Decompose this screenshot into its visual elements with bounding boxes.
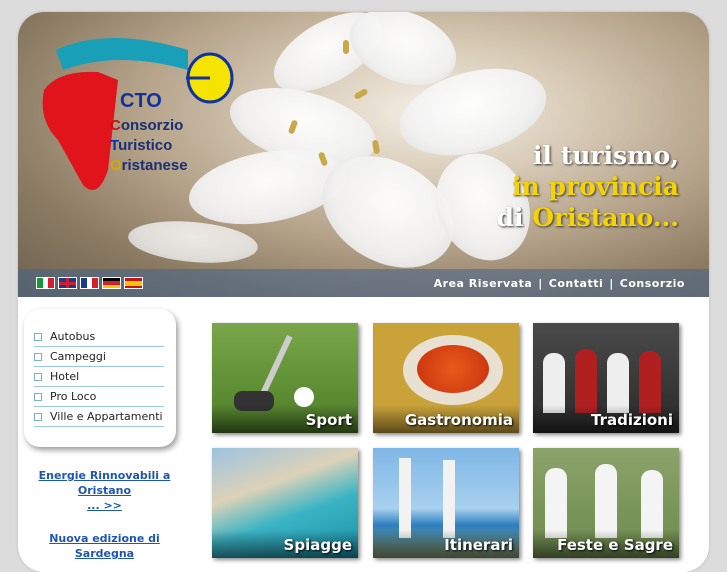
- bullet-icon: [34, 412, 42, 421]
- sidebar-menu: Autobus Campeggi Hotel Pro Loco Ville e …: [24, 309, 176, 447]
- tagline: il turismo, in provincia di Oristano...: [496, 141, 679, 232]
- menu-item-hotel[interactable]: Hotel: [34, 367, 164, 387]
- spanish-flag-icon[interactable]: [124, 277, 143, 289]
- tile-feste-sagre[interactable]: Feste e Sagre: [533, 448, 679, 558]
- header-banner: CTO Consorzio Turistico Oristanese il tu…: [18, 12, 709, 297]
- tile-gastronomia[interactable]: Gastronomia: [373, 323, 519, 433]
- tile-spiagge[interactable]: Spiagge: [212, 448, 358, 558]
- news-box: Energie Rinnovabili a Oristano ... >> Nu…: [32, 468, 177, 561]
- tile-label: Itinerari: [444, 536, 513, 554]
- tile-label: Sport: [305, 411, 352, 429]
- uk-flag-icon[interactable]: [58, 277, 77, 289]
- bullet-icon: [34, 392, 42, 401]
- page-frame: CTO Consorzio Turistico Oristanese il tu…: [18, 12, 709, 572]
- menu-item-ville-appartamenti[interactable]: Ville e Appartamenti: [34, 407, 164, 427]
- consorzio-link[interactable]: Consorzio: [620, 277, 685, 290]
- area-riservata-link[interactable]: Area Riservata: [434, 277, 533, 290]
- contatti-link[interactable]: Contatti: [549, 277, 603, 290]
- tile-label: Feste e Sagre: [557, 536, 673, 554]
- top-links: Area Riservata | Contatti | Consorzio: [434, 277, 685, 290]
- language-flags: [36, 277, 143, 289]
- tile-label: Spiagge: [283, 536, 352, 554]
- separator: |: [538, 277, 543, 290]
- separator: |: [609, 277, 614, 290]
- menu-item-autobus[interactable]: Autobus: [34, 327, 164, 347]
- bullet-icon: [34, 352, 42, 361]
- german-flag-icon[interactable]: [102, 277, 121, 289]
- news-link-sardegna[interactable]: Nuova edizione di Sardegna: [49, 532, 160, 560]
- bullet-icon: [34, 372, 42, 381]
- logo-name: Consorzio Turistico Oristanese: [110, 117, 188, 174]
- italian-flag-icon[interactable]: [36, 277, 55, 289]
- tile-label: Gastronomia: [404, 411, 513, 429]
- bullet-icon: [34, 332, 42, 341]
- french-flag-icon[interactable]: [80, 277, 99, 289]
- tile-itinerari[interactable]: Itinerari: [373, 448, 519, 558]
- tile-sport[interactable]: Sport: [212, 323, 358, 433]
- tile-tradizioni[interactable]: Tradizioni: [533, 323, 679, 433]
- news-link-energie[interactable]: Energie Rinnovabili a Oristano: [39, 469, 171, 497]
- logo-cto-text: CTO: [120, 90, 162, 112]
- news-more-link[interactable]: ... >>: [87, 499, 122, 512]
- menu-item-pro-loco[interactable]: Pro Loco: [34, 387, 164, 407]
- menu-item-campeggi[interactable]: Campeggi: [34, 347, 164, 367]
- tile-label: Tradizioni: [591, 411, 673, 429]
